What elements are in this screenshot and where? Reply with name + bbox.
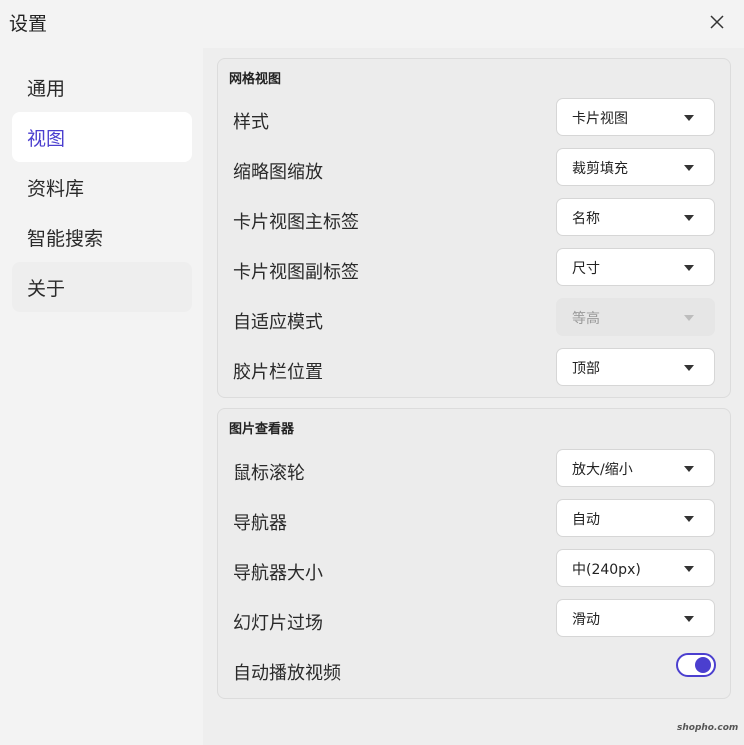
setting-label: 导航器大小 xyxy=(233,563,323,584)
thumbnail-scale-select[interactable]: 裁剪填充 xyxy=(556,148,715,186)
select-value: 裁剪填充 xyxy=(572,161,628,177)
sidebar-item-about[interactable]: 关于 xyxy=(12,262,192,312)
navigator-size-select[interactable]: 中(240px) xyxy=(556,549,715,587)
sidebar: 通用 视图 资料库 智能搜索 关于 xyxy=(12,62,192,312)
watermark: shopho.com xyxy=(677,723,739,733)
select-value: 中(240px) xyxy=(572,562,641,578)
select-value: 放大/缩小 xyxy=(572,462,633,478)
setting-label: 卡片视图主标签 xyxy=(233,212,359,233)
mouse-wheel-select[interactable]: 放大/缩小 xyxy=(556,449,715,487)
setting-label: 鼠标滚轮 xyxy=(233,463,305,484)
setting-row-card-primary-label: 卡片视图主标签 名称 xyxy=(218,196,730,246)
setting-row-autoplay-video: 自动播放视频 xyxy=(218,647,730,697)
setting-label: 缩略图缩放 xyxy=(233,162,323,183)
select-value: 等高 xyxy=(572,311,600,327)
title-bar: 设置 xyxy=(0,0,744,48)
sidebar-item-smart-search[interactable]: 智能搜索 xyxy=(12,212,192,262)
setting-row-mouse-wheel: 鼠标滚轮 放大/缩小 xyxy=(218,447,730,497)
slideshow-transition-select[interactable]: 滑动 xyxy=(556,599,715,637)
navigator-select[interactable]: 自动 xyxy=(556,499,715,537)
grid-view-section: 网格视图 样式 卡片视图 缩略图缩放 裁剪填充 卡片视图主标签 名称 卡片视图副… xyxy=(217,58,731,398)
setting-row-style: 样式 卡片视图 xyxy=(218,96,730,146)
chevron-down-icon xyxy=(684,265,694,271)
autoplay-video-toggle[interactable] xyxy=(676,653,716,677)
chevron-down-icon xyxy=(684,165,694,171)
section-title: 图片查看器 xyxy=(229,422,295,437)
close-button[interactable] xyxy=(704,9,730,35)
chevron-down-icon xyxy=(684,566,694,572)
chevron-down-icon xyxy=(684,315,694,321)
setting-label: 样式 xyxy=(233,112,269,133)
setting-row-card-secondary-label: 卡片视图副标签 尺寸 xyxy=(218,246,730,296)
select-value: 卡片视图 xyxy=(572,111,628,127)
card-primary-label-select[interactable]: 名称 xyxy=(556,198,715,236)
chevron-down-icon xyxy=(684,516,694,522)
adaptive-mode-select: 等高 xyxy=(556,298,715,336)
card-secondary-label-select[interactable]: 尺寸 xyxy=(556,248,715,286)
setting-label: 幻灯片过场 xyxy=(233,613,323,634)
setting-label: 卡片视图副标签 xyxy=(233,262,359,283)
sidebar-item-view[interactable]: 视图 xyxy=(12,112,192,162)
setting-row-filmstrip-position: 胶片栏位置 顶部 xyxy=(218,346,730,396)
sidebar-item-library[interactable]: 资料库 xyxy=(12,162,192,212)
select-value: 顶部 xyxy=(572,361,600,377)
setting-label: 自适应模式 xyxy=(233,312,323,333)
setting-label: 自动播放视频 xyxy=(233,663,341,684)
style-select[interactable]: 卡片视图 xyxy=(556,98,715,136)
chevron-down-icon xyxy=(684,365,694,371)
window-title: 设置 xyxy=(9,13,48,35)
setting-row-navigator: 导航器 自动 xyxy=(218,497,730,547)
chevron-down-icon xyxy=(684,215,694,221)
image-viewer-section: 图片查看器 鼠标滚轮 放大/缩小 导航器 自动 导航器大小 中(240px) 幻… xyxy=(217,408,731,699)
select-value: 自动 xyxy=(572,512,600,528)
chevron-down-icon xyxy=(684,115,694,121)
select-value: 名称 xyxy=(572,211,600,227)
filmstrip-position-select[interactable]: 顶部 xyxy=(556,348,715,386)
sidebar-item-general[interactable]: 通用 xyxy=(12,62,192,112)
close-icon xyxy=(710,15,724,29)
section-title: 网格视图 xyxy=(229,72,282,87)
chevron-down-icon xyxy=(684,466,694,472)
setting-row-adaptive-mode: 自适应模式 等高 xyxy=(218,296,730,346)
setting-label: 胶片栏位置 xyxy=(233,362,323,383)
chevron-down-icon xyxy=(684,616,694,622)
setting-row-navigator-size: 导航器大小 中(240px) xyxy=(218,547,730,597)
select-value: 滑动 xyxy=(572,612,600,628)
toggle-knob xyxy=(695,657,711,673)
setting-row-slideshow-transition: 幻灯片过场 滑动 xyxy=(218,597,730,647)
setting-row-thumbnail-scale: 缩略图缩放 裁剪填充 xyxy=(218,146,730,196)
setting-label: 导航器 xyxy=(233,513,287,534)
select-value: 尺寸 xyxy=(572,261,600,277)
